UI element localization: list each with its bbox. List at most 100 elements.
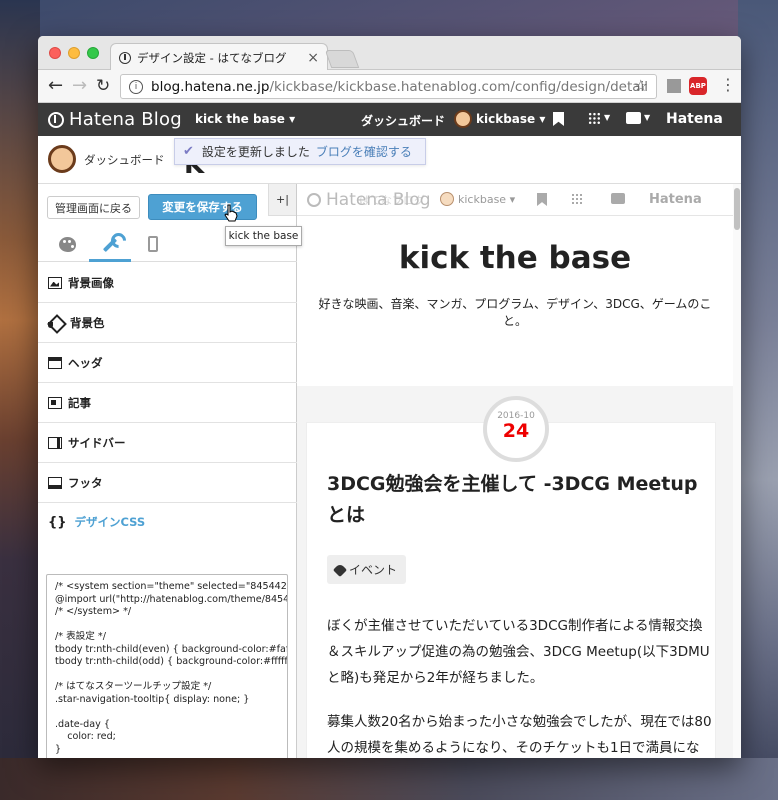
- back-to-admin-button[interactable]: 管理画面に戻る: [47, 196, 140, 219]
- hatena-global-header: Hatena Blog kick the base ▾ ダッシュボード kick…: [38, 103, 741, 136]
- image-icon: [48, 276, 62, 289]
- css-line: .star-navigation-tooltip{ display: none;…: [55, 693, 250, 705]
- section-sidebar[interactable]: サイドバー: [38, 423, 297, 463]
- section-header[interactable]: ヘッダ: [38, 343, 297, 383]
- section-background-color[interactable]: 背景色: [38, 303, 297, 343]
- preview-user-menu: kickbase ▾: [458, 193, 516, 206]
- css-line: [55, 619, 287, 632]
- blog-title[interactable]: kick the base: [297, 240, 733, 276]
- entry-date-badge: 2016-10 24: [483, 396, 549, 462]
- design-settings-panel: 管理画面に戻る 変更を保存する +| kick the base 背景画像 背景…: [38, 184, 302, 758]
- apps-grid-icon[interactable]: [588, 112, 601, 125]
- blog-avatar[interactable]: [48, 145, 76, 173]
- window-minimize-button[interactable]: [68, 47, 80, 59]
- section-label: ヘッダ: [68, 355, 103, 370]
- section-label: 背景色: [70, 315, 105, 330]
- tag-label: イベント: [349, 563, 398, 577]
- user-avatar[interactable]: [454, 110, 472, 128]
- category-tag[interactable]: イベント: [327, 555, 407, 584]
- layout-footer-icon: [48, 476, 62, 489]
- smartphone-icon: [148, 236, 158, 252]
- notification-comment-icon[interactable]: [626, 112, 641, 124]
- preview-hatena-link: Hatena: [649, 192, 702, 207]
- new-tab-button[interactable]: [324, 50, 360, 68]
- url-host: blog.hatena.ne.jp: [151, 78, 270, 95]
- update-notice: ✔ 設定を更新しました ブログを確認する: [174, 138, 426, 165]
- bookmark-star-icon[interactable]: ☆: [634, 76, 648, 95]
- section-label: 記事: [68, 395, 91, 410]
- collapse-panel-button[interactable]: +|: [268, 184, 296, 216]
- palette-icon: [58, 236, 76, 252]
- css-line: tbody tr:nth-child(odd) { background-col…: [55, 656, 288, 667]
- layout-header-icon: [48, 356, 62, 369]
- view-blog-link[interactable]: ブログを確認する: [316, 143, 412, 160]
- section-label: デザインCSS: [74, 515, 146, 529]
- hatena-favicon-icon: [119, 51, 131, 64]
- entry-paragraph: 募集人数20名から始まった小さな勉強会でしたが、現在では80人の規模を集めるよう…: [327, 714, 712, 756]
- tab-title: デザイン設定 - はてなブログ: [137, 50, 287, 65]
- chevron-down-icon: ▼: [644, 113, 651, 122]
- section-label: サイドバー: [68, 435, 126, 450]
- tooltip: kick the base: [225, 226, 302, 246]
- tab-customize[interactable]: [89, 226, 131, 262]
- css-line: @import url("http://hatenablog.com/theme…: [55, 593, 288, 605]
- hatena-link[interactable]: Hatena: [666, 111, 723, 127]
- tab-strip: デザイン設定 - はてなブログ ×: [38, 36, 741, 71]
- desktop-wallpaper-left: [0, 0, 40, 800]
- section-background-image[interactable]: 背景画像: [38, 263, 297, 303]
- tab-theme[interactable]: [46, 226, 88, 262]
- section-entry[interactable]: 記事: [38, 383, 297, 423]
- reload-icon[interactable]: ↻: [96, 76, 110, 96]
- section-design-css[interactable]: {} デザインCSS: [38, 502, 297, 542]
- adblock-plus-icon[interactable]: ABP: [689, 77, 707, 95]
- browser-menu-icon[interactable]: ⋮: [720, 76, 736, 94]
- address-bar[interactable]: i blog.hatena.ne.jp/kickbase/kickbase.ha…: [120, 74, 657, 99]
- back-arrow-icon[interactable]: ←: [48, 76, 63, 96]
- notice-text: 設定を更新しました: [201, 145, 310, 159]
- layout-sidebar-icon: [48, 436, 62, 449]
- subheader-dashboard-link[interactable]: ダッシュボード: [84, 152, 165, 168]
- window-close-button[interactable]: [49, 47, 61, 59]
- browser-toolbar: ← → ↻ i blog.hatena.ne.jp/kickbase/kickb…: [38, 70, 741, 103]
- section-footer[interactable]: フッタ: [38, 463, 297, 503]
- entry-paragraph: ぼくが主催させていただいている3DCG制作者による情報交換＆スキルアップ促進の為…: [327, 618, 710, 686]
- bookmark-icon[interactable]: [553, 112, 564, 126]
- preview-header: Hatena Blog はてなブログ kickbase ▾ Hatena: [297, 184, 733, 216]
- preview-avatar: [440, 192, 454, 206]
- css-line: /* <system section="theme" selected="845…: [55, 581, 288, 592]
- hatena-blog-logo[interactable]: Hatena Blog: [48, 109, 182, 130]
- save-changes-button[interactable]: 変更を保存する: [148, 194, 257, 220]
- extension-icon[interactable]: [667, 79, 681, 93]
- browser-tab[interactable]: デザイン設定 - はてなブログ ×: [110, 43, 328, 71]
- entry-article: 3DCG勉強会を主催して -3DCG Meetupとは イベント ぼくが主催させ…: [306, 422, 716, 758]
- apps-grid-icon: [571, 193, 583, 205]
- css-line: }: [55, 743, 62, 755]
- browser-window: デザイン設定 - はてなブログ × ← → ↻ i blog.hatena.ne…: [38, 36, 741, 758]
- check-icon: ✔: [183, 144, 194, 159]
- site-info-icon[interactable]: i: [129, 79, 143, 94]
- tab-smartphone[interactable]: [132, 226, 174, 262]
- blog-preview: Hatena Blog はてなブログ kickbase ▾ Hatena kic…: [297, 184, 741, 758]
- section-label: フッタ: [68, 475, 103, 490]
- css-line: [55, 669, 287, 682]
- blog-switch-menu[interactable]: kick the base ▾: [195, 112, 295, 126]
- hatena-logo-icon: [48, 111, 64, 128]
- dashboard-link[interactable]: ダッシュボード: [361, 112, 445, 129]
- url-path: /kickbase/kickbase.hatenablog.com/config…: [269, 78, 649, 95]
- paint-bucket-icon: [48, 316, 64, 330]
- desktop-wallpaper-right: [738, 0, 778, 800]
- bookmark-icon: [537, 193, 547, 206]
- css-braces-icon: {}: [48, 514, 67, 530]
- preview-scrollbar[interactable]: [733, 184, 741, 758]
- hatena-logo-icon: [307, 193, 321, 207]
- hand-cursor-icon: [224, 204, 238, 222]
- entry-title[interactable]: 3DCG勉強会を主催して -3DCG Meetupとは: [327, 469, 707, 531]
- scrollbar-thumb[interactable]: [734, 188, 740, 230]
- user-menu[interactable]: kickbase ▾: [476, 112, 545, 126]
- forward-arrow-icon[interactable]: →: [72, 76, 87, 96]
- date-day: 24: [502, 420, 530, 442]
- tab-close-icon[interactable]: ×: [307, 50, 319, 66]
- css-line: /* はてなスターツールチップ設定 */: [55, 681, 212, 692]
- design-css-textarea[interactable]: /* <system section="theme" selected="845…: [46, 574, 288, 758]
- window-maximize-button[interactable]: [87, 47, 99, 59]
